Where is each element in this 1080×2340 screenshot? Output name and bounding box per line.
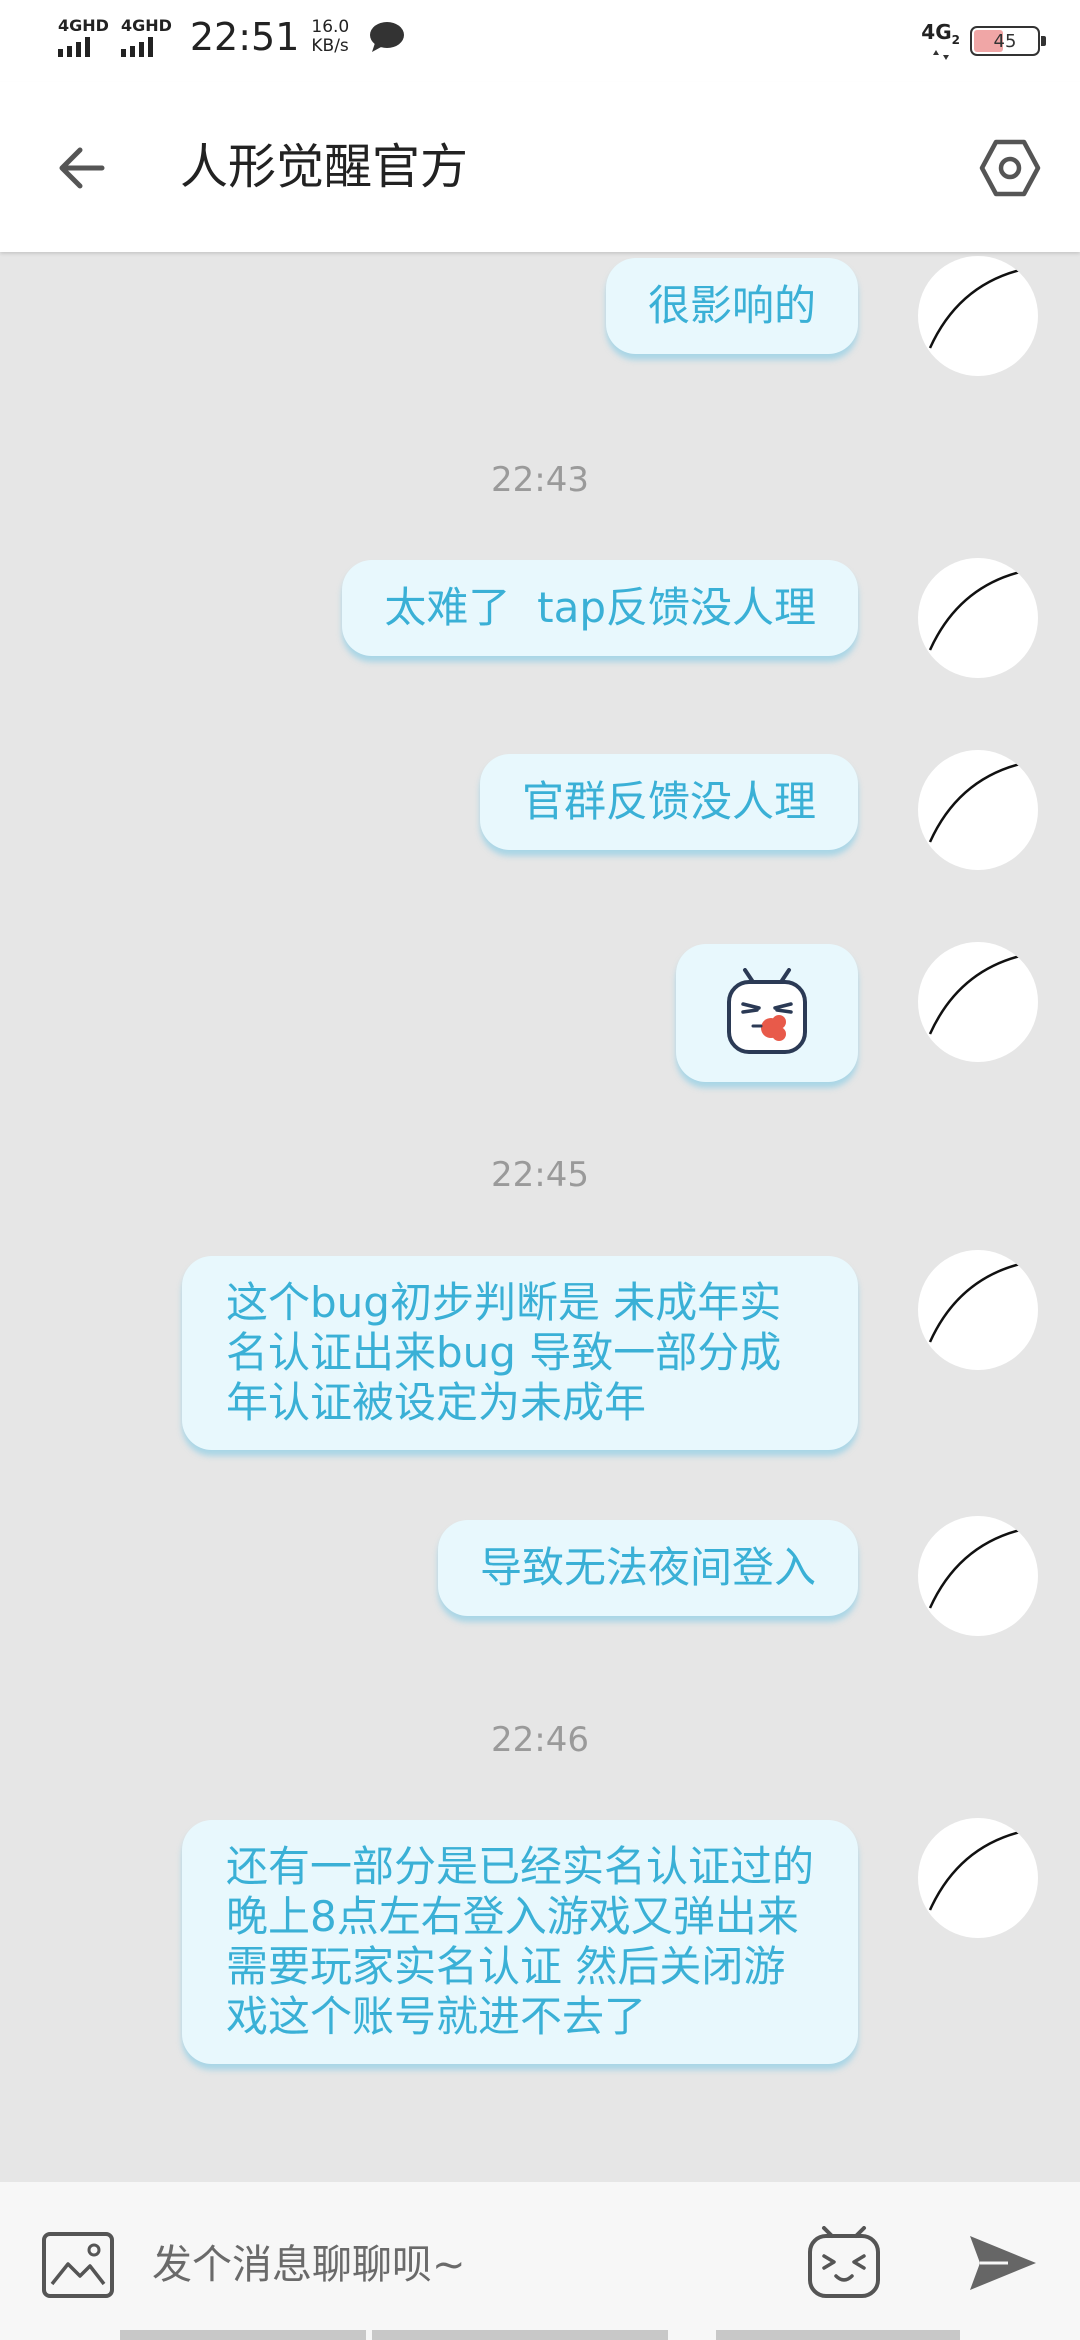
network-type: 4G2 <box>921 22 960 60</box>
message-notification-icon <box>370 22 405 52</box>
avatar[interactable] <box>918 558 1038 678</box>
speed-value: 16.0 <box>311 17 350 37</box>
signal-1-label: 4GHD <box>58 15 109 35</box>
chat-area[interactable]: 很影响的 22:43 太难了 tap反馈没人理 官群反馈没人理 22:45 这个… <box>0 252 1080 2182</box>
message-bubble[interactable]: 太难了 tap反馈没人理 <box>342 560 858 656</box>
message-bubble[interactable]: 导致无法夜间登入 <box>437 1520 858 1616</box>
avatar[interactable] <box>918 1250 1038 1370</box>
timestamp: 22:45 <box>491 1155 589 1195</box>
avatar-line-icon <box>928 570 1021 651</box>
avatar[interactable] <box>918 1516 1038 1636</box>
nav-indicator <box>120 2330 366 2340</box>
avatar[interactable] <box>918 942 1038 1062</box>
speed-unit: KB/s <box>311 36 349 56</box>
message-bubble[interactable]: 还有一部分是已经实名认证过的 晚上8点左右登入游戏又弹出来需要玩家实名认证 然后… <box>182 1820 858 2064</box>
image-icon[interactable] <box>40 2230 116 2300</box>
signal-1: 4GHD <box>58 15 109 57</box>
page-title: 人形觉醒官方 <box>180 139 469 195</box>
nav-indicator <box>372 2330 668 2340</box>
message-text: 官群反馈没人理 <box>521 777 816 826</box>
avatar-line-icon <box>928 762 1021 843</box>
avatar[interactable] <box>918 750 1038 870</box>
data-arrows-icon <box>932 50 949 60</box>
status-bar: 4GHD 4GHD 22:51 16.0 KB/s 4G2 45 <box>0 0 1080 82</box>
tv-mascot-sticker-icon <box>727 968 807 1054</box>
avatar-line-icon <box>928 1528 1021 1609</box>
message-bubble[interactable]: 官群反馈没人理 <box>479 754 858 850</box>
tv-emoji-icon[interactable] <box>806 2226 882 2300</box>
avatar[interactable] <box>918 256 1038 376</box>
timestamp: 22:46 <box>491 1720 589 1760</box>
signal-bars-icon <box>58 36 90 57</box>
message-bubble[interactable]: 这个bug初步判断是 未成年实名认证出来bug 导致一部分成年认证被设定为未成年 <box>182 1256 858 1450</box>
settings-hexagon-icon[interactable] <box>978 136 1042 200</box>
network-speed: 16.0 KB/s <box>311 18 349 56</box>
avatar-line-icon <box>928 1830 1021 1911</box>
avatar-line-icon <box>928 268 1021 349</box>
nav-indicator <box>716 2330 960 2340</box>
avatar-line-icon <box>928 954 1021 1035</box>
signal-bars-icon <box>120 36 153 57</box>
message-text: 还有一部分是已经实名认证过的 晚上8点左右登入游戏又弹出来需要玩家实名认证 然后… <box>226 1842 815 2041</box>
timestamp: 22:43 <box>491 460 589 500</box>
message-bubble[interactable]: 很影响的 <box>605 258 858 354</box>
message-text: 很影响的 <box>647 281 816 330</box>
back-arrow-icon[interactable] <box>52 138 112 198</box>
battery-level: 45 <box>993 30 1017 52</box>
sticker-bubble[interactable] <box>676 944 858 1082</box>
message-text: 导致无法夜间登入 <box>479 1543 816 1592</box>
avatar-line-icon <box>928 1262 1021 1343</box>
signal-2-label: 4GHD <box>120 15 172 35</box>
network-type-label: 4G <box>921 20 952 44</box>
send-icon[interactable] <box>968 2232 1038 2294</box>
battery-icon: 45 <box>970 26 1046 56</box>
network-sim-label: 2 <box>951 33 960 47</box>
message-input[interactable] <box>150 2222 774 2308</box>
signal-2: 4GHD <box>120 15 172 57</box>
message-input-bar <box>0 2182 1080 2340</box>
message-text: 太难了 tap反馈没人理 <box>384 583 816 632</box>
avatar[interactable] <box>918 1818 1038 1938</box>
chat-header: 人形觉醒官方 <box>0 82 1080 252</box>
clock: 22:51 <box>189 15 300 59</box>
message-text: 这个bug初步判断是 未成年实名认证出来bug 导致一部分成年认证被设定为未成年 <box>226 1278 782 1427</box>
